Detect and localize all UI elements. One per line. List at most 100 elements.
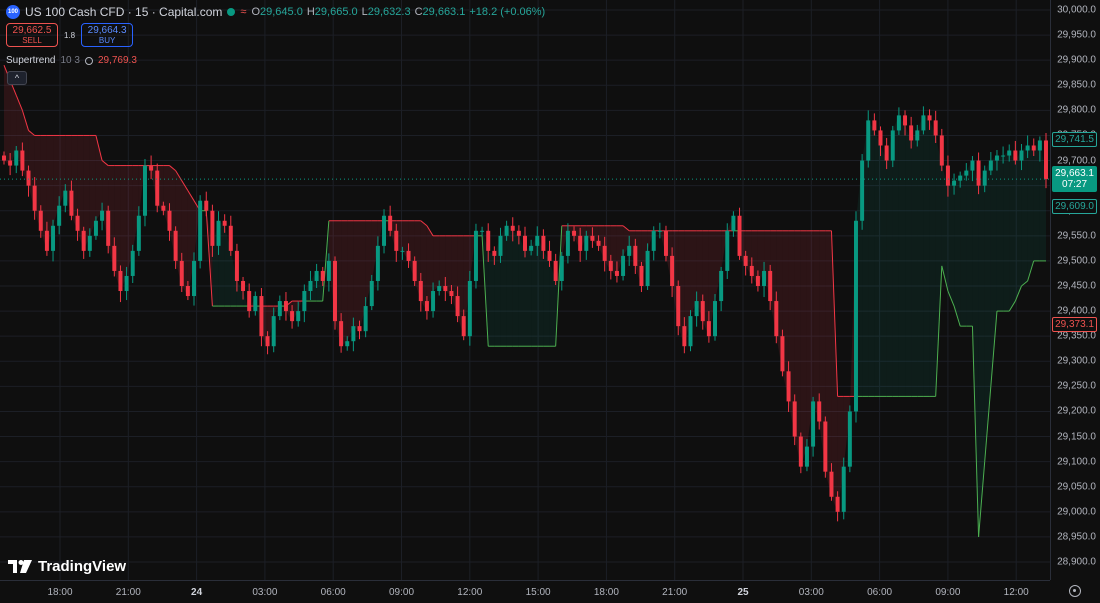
- candle-body: [320, 270, 325, 281]
- ohlc-open-key: O: [251, 6, 261, 18]
- candle-body: [1031, 145, 1036, 151]
- candle-body: [878, 130, 883, 146]
- candle-body: [161, 205, 166, 211]
- candle-body: [933, 120, 938, 136]
- ohlc-change: +18.2 (+0.06%): [469, 6, 546, 18]
- price-tick: 29,000.0: [1057, 506, 1096, 518]
- supertrend-fill: [880, 145, 887, 397]
- candle-body: [32, 185, 37, 211]
- brand-name: TradingView: [38, 558, 127, 575]
- candle-body: [988, 160, 993, 171]
- candle-body: [461, 316, 466, 337]
- candle-body: [719, 270, 724, 302]
- candle: [823, 416, 828, 478]
- supertrend-fill: [978, 170, 985, 537]
- candle-body: [486, 230, 491, 251]
- supertrend-fill: [960, 170, 967, 327]
- candle-body: [351, 326, 356, 342]
- candle-body: [388, 215, 393, 231]
- ohlc-high-key: H: [306, 6, 315, 18]
- candle-body: [112, 245, 117, 271]
- supertrend-fill: [89, 135, 96, 236]
- supertrend-fill: [488, 250, 495, 347]
- candle: [277, 295, 282, 321]
- candle-body: [700, 301, 705, 322]
- candle-body: [130, 250, 135, 276]
- candle-body: [798, 436, 803, 467]
- supertrend-fill: [439, 235, 446, 292]
- supertrend-fill: [1015, 150, 1022, 302]
- price-tick: 29,300.0: [1057, 355, 1096, 367]
- candle-body: [945, 165, 950, 186]
- candle-body: [608, 260, 613, 271]
- chart-area[interactable]: [0, 0, 1050, 580]
- hide-indicator-icon[interactable]: [84, 56, 93, 65]
- candle-body: [480, 230, 485, 232]
- candle-body: [185, 286, 190, 297]
- price-tick: 30,000.0: [1057, 4, 1096, 16]
- candle: [51, 219, 56, 262]
- market-open-icon: [227, 8, 236, 16]
- candle-body: [614, 270, 619, 276]
- collapse-legend-button[interactable]: ^: [7, 71, 27, 85]
- candle: [688, 310, 693, 352]
- candle-body: [222, 220, 227, 226]
- candle-body: [572, 230, 577, 236]
- candle-body: [706, 321, 711, 337]
- candle-body: [939, 135, 944, 166]
- settings-icon[interactable]: [1069, 585, 1081, 597]
- time-tick: 15:00: [525, 587, 551, 598]
- symbol-title[interactable]: US 100 Cash CFD · 15 · Capital.com: [25, 5, 222, 19]
- candle-body: [449, 291, 454, 297]
- supertrend-fill: [935, 135, 942, 397]
- ohlc-low: 29,632.3: [367, 6, 411, 18]
- symbol-legend: 100 US 100 Cash CFD · 15 · Capital.com ≈…: [6, 5, 545, 19]
- candle-body: [847, 411, 852, 467]
- candle-body: [210, 210, 215, 246]
- buy-button[interactable]: 29,664.3 BUY: [81, 23, 134, 47]
- supertrend-fill: [984, 160, 991, 462]
- candle-body: [541, 235, 546, 251]
- candle-body: [811, 401, 816, 447]
- candle-body: [326, 260, 331, 281]
- candle-body: [406, 250, 411, 261]
- ohlc-close: 29,663.1: [422, 6, 466, 18]
- candle-body: [866, 120, 871, 161]
- price-tick: 29,350.0: [1057, 330, 1096, 342]
- candle-body: [179, 260, 184, 286]
- candle-body: [498, 235, 503, 256]
- indicator-legend[interactable]: Supertrend 10 3 29,769.3: [6, 55, 137, 66]
- candlestick-chart[interactable]: [0, 0, 1050, 580]
- candle-body: [651, 230, 656, 251]
- supertrend-fill: [911, 130, 918, 397]
- candle: [651, 226, 656, 261]
- candle-body: [412, 260, 417, 281]
- candle: [719, 266, 724, 312]
- supertrend-fill: [537, 235, 544, 347]
- candle: [204, 191, 209, 217]
- candle: [553, 253, 558, 285]
- candle: [731, 211, 736, 237]
- symbol-logo-icon: 100: [6, 5, 20, 19]
- candle-body: [921, 115, 926, 131]
- sell-button[interactable]: 29,662.5 SELL: [6, 23, 58, 47]
- supertrend-fill: [966, 160, 973, 327]
- supertrend-fill: [512, 230, 519, 347]
- time-tick: 06:00: [867, 587, 893, 598]
- buy-price: 29,664.3: [87, 25, 127, 36]
- candle-body: [713, 301, 718, 337]
- candle-body: [1025, 145, 1030, 151]
- candle-body: [192, 260, 197, 297]
- candle-body: [976, 160, 981, 186]
- supertrend-fill: [1021, 145, 1028, 286]
- supertrend-fill: [1027, 145, 1034, 281]
- candle: [253, 291, 258, 316]
- time-tick: 06:00: [320, 587, 346, 598]
- indicator-params: 10 3: [60, 55, 80, 66]
- tradingview-logo[interactable]: TradingView: [8, 558, 126, 575]
- price-tick: 28,900.0: [1057, 556, 1096, 568]
- price-scale[interactable]: 30,000.0 29,950.0 29,900.0 29,850.0 29,800.0…: [1050, 0, 1100, 580]
- time-scale[interactable]: 18:00 21:00 24 03:00 06:00 09:00 12:00 15:00 18:…: [0, 580, 1050, 603]
- candle-body: [142, 165, 147, 216]
- candle-body: [621, 255, 626, 276]
